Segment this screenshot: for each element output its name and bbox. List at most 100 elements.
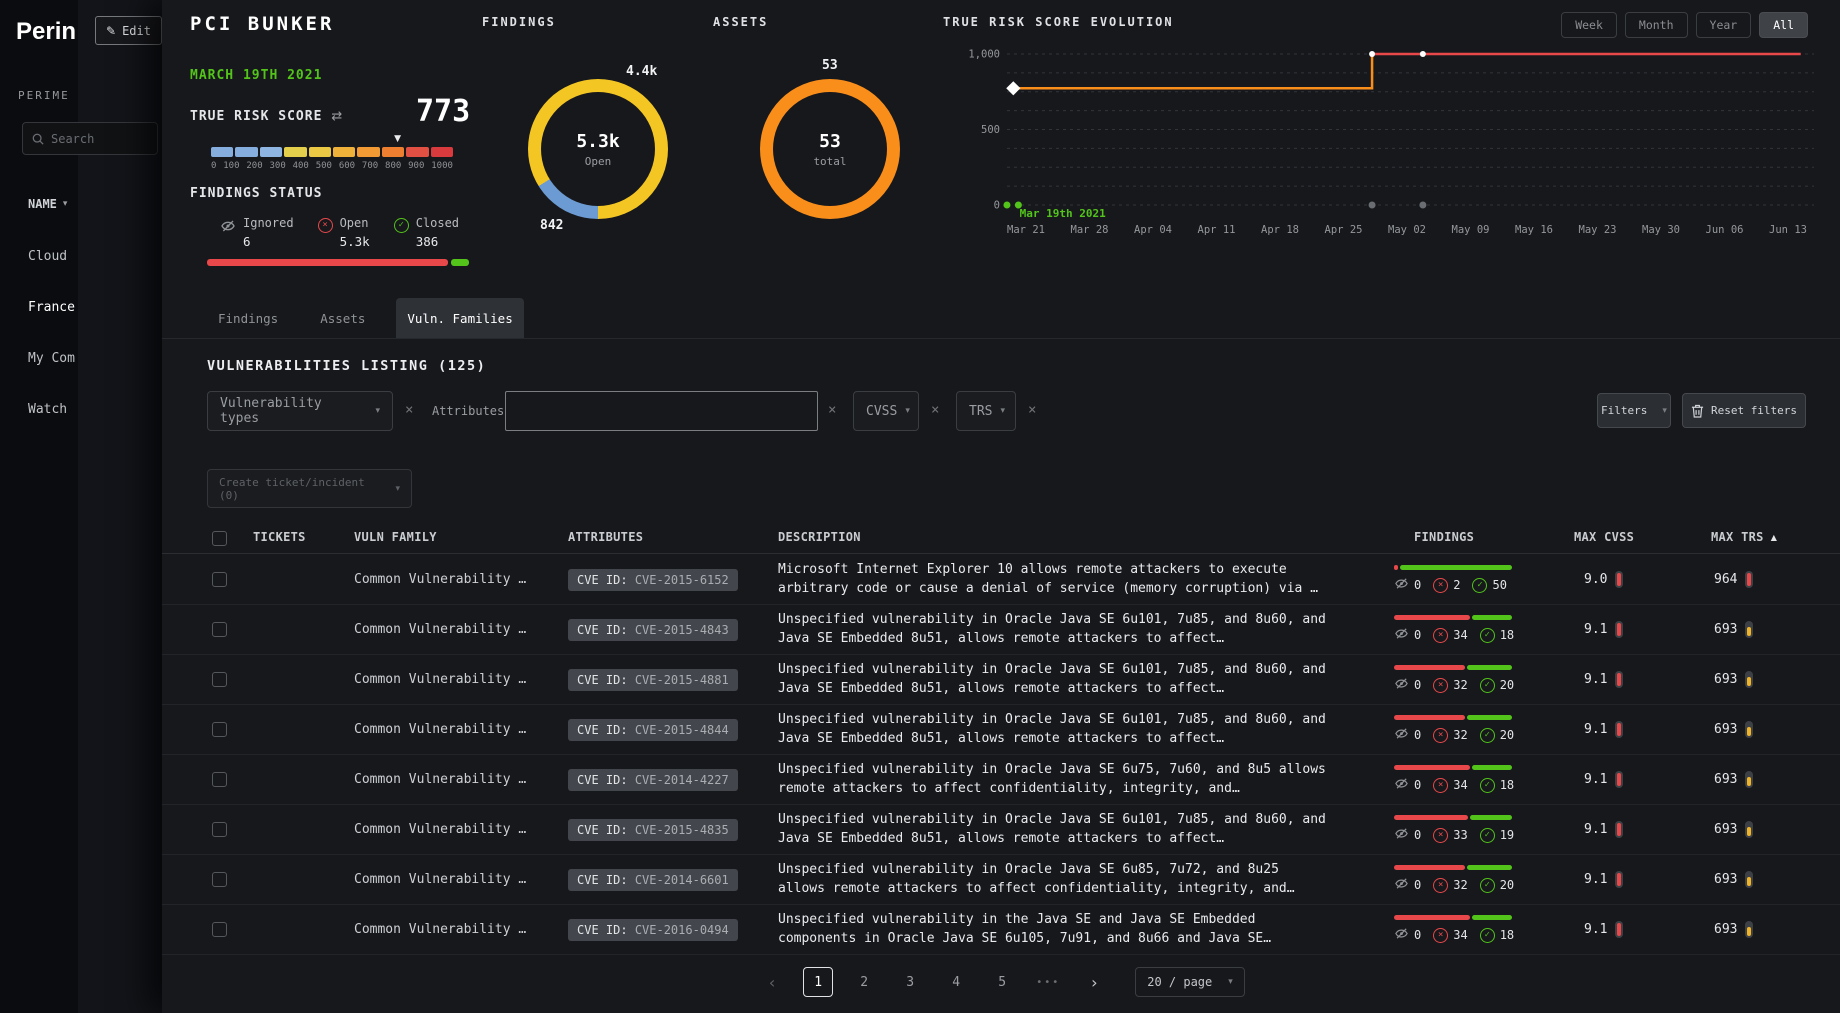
- vuln-description: Unspecified vulnerability in Oracle Java…: [778, 655, 1326, 704]
- row-checkbox[interactable]: [212, 855, 227, 904]
- check-circle-icon: ✓: [1480, 928, 1495, 943]
- eye-off-icon: [220, 218, 236, 238]
- trs-thermometer-icon: [1745, 771, 1753, 788]
- gauge-tick-label: 0: [211, 161, 216, 171]
- gauge-segment: [235, 147, 257, 157]
- name-column-header[interactable]: NAME ▾: [28, 197, 67, 211]
- vulnerability-types-select[interactable]: Vulnerability types ▾: [207, 391, 393, 431]
- select-all-checkbox[interactable]: [212, 531, 227, 546]
- reset-filters-label: Reset filters: [1711, 404, 1797, 417]
- cve-id-label: CVE ID:: [577, 623, 628, 637]
- closed-count: 20: [1500, 728, 1514, 742]
- cve-badge: CVE ID: CVE-2015-6152: [568, 555, 738, 604]
- clear-vuln-types-icon[interactable]: ×: [405, 402, 413, 418]
- row-checkbox[interactable]: [212, 705, 227, 754]
- edit-button-label: Edit: [122, 24, 151, 38]
- row-checkbox[interactable]: [212, 655, 227, 704]
- range-button-year[interactable]: Year: [1696, 12, 1752, 38]
- column-header-attributes[interactable]: ATTRIBUTES: [568, 530, 643, 544]
- ignored-value: 6: [243, 234, 294, 249]
- eye-off-icon: [1394, 826, 1409, 844]
- assets-total-caption: total: [813, 155, 846, 168]
- eye-off-icon: [1394, 776, 1409, 794]
- chevron-down-icon: ▾: [1228, 977, 1233, 987]
- page-button-5[interactable]: 5: [987, 967, 1017, 997]
- reset-filters-button[interactable]: Reset filters: [1682, 393, 1806, 428]
- vuln-family-name: Common Vulnerability …: [354, 855, 526, 904]
- sidebar-item-my-com[interactable]: My Com: [28, 351, 75, 366]
- cve-id-label: CVE ID:: [577, 873, 628, 887]
- cve-id-label: CVE ID:: [577, 673, 628, 687]
- trs-gauge: ▼ 01002003004005006007008009001000: [211, 134, 453, 171]
- range-button-week[interactable]: Week: [1561, 12, 1617, 38]
- attributes-input[interactable]: [505, 391, 818, 431]
- ignored-count: 0: [1414, 578, 1421, 592]
- sidebar-item-watch[interactable]: Watch: [28, 402, 67, 417]
- page-button-4[interactable]: 4: [941, 967, 971, 997]
- close-circle-icon: ×: [1433, 728, 1448, 743]
- svg-text:May 23: May 23: [1579, 224, 1617, 236]
- open-count: 33: [1453, 828, 1467, 842]
- column-header-tickets[interactable]: TICKETS: [253, 530, 306, 544]
- vuln-family-name: Common Vulnerability …: [354, 555, 526, 604]
- prev-page-button[interactable]: ‹: [757, 967, 787, 997]
- svg-text:Mar 19th 2021: Mar 19th 2021: [1020, 207, 1106, 220]
- next-page-button[interactable]: ›: [1079, 967, 1109, 997]
- row-checkbox[interactable]: [212, 805, 227, 854]
- tab-assets[interactable]: Assets: [309, 298, 376, 338]
- column-header-max-cvss[interactable]: MAX CVSS: [1574, 530, 1634, 544]
- column-header-max-trs[interactable]: MAX TRS▲: [1711, 530, 1777, 544]
- max-trs-cell: 693: [1714, 655, 1753, 704]
- svg-text:May 30: May 30: [1642, 224, 1680, 236]
- page-button-2[interactable]: 2: [849, 967, 879, 997]
- page-size-select[interactable]: 20 / page ▾: [1135, 967, 1245, 997]
- cvss-select[interactable]: CVSS ▾: [853, 391, 919, 431]
- row-checkbox[interactable]: [212, 605, 227, 654]
- row-checkbox[interactable]: [212, 755, 227, 804]
- search-input[interactable]: Search: [22, 122, 158, 155]
- cve-badge: CVE ID: CVE-2015-4844: [568, 705, 738, 754]
- chevron-down-icon: ▾: [1662, 406, 1667, 416]
- filters-button[interactable]: Filters ▾: [1597, 393, 1671, 428]
- clear-attributes-icon[interactable]: ×: [828, 402, 836, 418]
- tab-findings[interactable]: Findings: [207, 298, 289, 338]
- column-header-vuln-family[interactable]: VULN FAMILY: [354, 530, 437, 544]
- true-risk-score-value: 773: [416, 94, 470, 129]
- cve-id-value: CVE-2015-4881: [635, 673, 729, 687]
- ignored-count: 0: [1414, 928, 1421, 942]
- row-checkbox[interactable]: [212, 905, 227, 954]
- findings-slice-label-yellow: 4.4k: [626, 64, 657, 79]
- row-checkbox[interactable]: [212, 555, 227, 604]
- trs-gauge-marker: ▼: [394, 134, 401, 144]
- pagination-ellipsis[interactable]: •••: [1033, 967, 1063, 997]
- attributes-label: Attributes: [432, 404, 504, 418]
- page-button-1[interactable]: 1: [803, 967, 833, 997]
- sidebar-item-cloud[interactable]: Cloud: [28, 249, 67, 264]
- range-button-group: Week Month Year All: [1561, 12, 1808, 38]
- column-header-findings[interactable]: FINDINGS: [1414, 530, 1474, 544]
- tab-vuln-families[interactable]: Vuln. Families: [396, 298, 523, 338]
- max-trs-cell: 964: [1714, 555, 1753, 604]
- cvss-thermometer-icon: [1615, 721, 1623, 738]
- findings-cell: 0×32✓20: [1394, 855, 1512, 904]
- gauge-segment: [333, 147, 355, 157]
- column-label: MAX CVSS: [1574, 530, 1634, 544]
- clear-cvss-icon[interactable]: ×: [931, 402, 939, 418]
- trs-evolution-chart: 05001,000Mar 21Mar 28Apr 04Apr 11Apr 18A…: [922, 40, 1822, 240]
- sidebar-item-france[interactable]: France: [28, 300, 75, 315]
- close-circle-icon: ×: [1433, 578, 1448, 593]
- column-header-description[interactable]: DESCRIPTION: [778, 530, 861, 544]
- clear-trs-icon[interactable]: ×: [1028, 402, 1036, 418]
- trs-thermometer-icon: [1745, 671, 1753, 688]
- table-row: Common Vulnerability …CVE ID: CVE-2014-6…: [162, 855, 1840, 905]
- page-button-3[interactable]: 3: [895, 967, 925, 997]
- assets-section-label: ASSETS: [713, 15, 768, 29]
- create-ticket-button[interactable]: Create ticket/incident (0) ▾: [207, 469, 412, 508]
- range-button-all[interactable]: All: [1759, 12, 1808, 38]
- swap-icon[interactable]: ⇄: [331, 109, 343, 124]
- edit-button[interactable]: ✎ Edit: [95, 16, 162, 45]
- chevron-down-icon: ▾: [905, 406, 910, 416]
- range-button-month[interactable]: Month: [1625, 12, 1688, 38]
- open-count: 34: [1453, 628, 1467, 642]
- trs-select[interactable]: TRS ▾: [956, 391, 1016, 431]
